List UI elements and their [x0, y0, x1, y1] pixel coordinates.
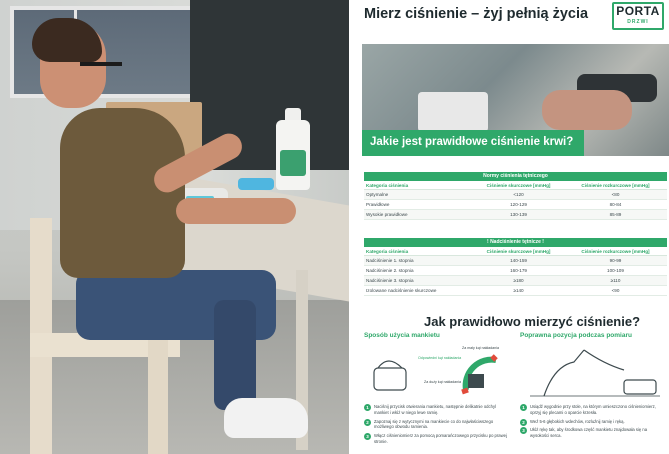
logo-word: PORTA — [616, 4, 660, 18]
person-arm-on-desk — [176, 198, 296, 224]
table-cell: <90 — [611, 288, 620, 293]
poster-title: Mierz ciśnienie – żyj pełnią życia — [364, 6, 589, 22]
info-poster: Mierz ciśnienie – żyj pełnią życia PORTA… — [352, 0, 669, 454]
table-cell: Nadciśnienie 2. stopnia — [366, 268, 414, 273]
step-text: Ułóż rękę tak, aby środkowa część mankie… — [530, 427, 648, 439]
position-title: Poprawna pozycja podczas pomiaru — [520, 332, 632, 339]
table-body: Nadciśnienie 1. stopnia 140-159 90-99 Na… — [364, 256, 667, 296]
table-cell: 140-159 — [510, 258, 527, 263]
porta-logo: PORTA DRZWI — [612, 2, 664, 30]
table-heading: Normy ciśnienia tętniczego — [364, 172, 667, 181]
table-cell: Nadciśnienie 1. stopnia — [366, 258, 414, 263]
table-cell: Optymalne — [366, 192, 389, 197]
table-cell: Nadciśnienie 3. stopnia — [366, 278, 414, 283]
question-banner: Jakie jest prawidłowe ciśnienie krwi? — [362, 130, 584, 156]
step-text: Weź 5-6 głębokich wdechów, rozluźnij ram… — [530, 418, 625, 424]
photo-man-measuring-blood-pressure — [0, 0, 349, 454]
table-cell: 85-89 — [609, 212, 622, 217]
list-item: 1 Usiądź wygodnie przy stole, na którym … — [520, 404, 665, 416]
table-row: Prawidłowe 120-129 80-84 — [364, 200, 667, 210]
col-systolic: Ciśnienie skurczowe [mmHg] — [486, 183, 551, 188]
person-glasses — [80, 62, 122, 66]
hero-device — [418, 92, 488, 132]
sitting-position-illustration — [530, 349, 660, 397]
annotation-correct: Odpowiedni kąt nakładania — [418, 356, 462, 360]
table-cell: ≥140 — [513, 288, 524, 293]
table-cell: 80-84 — [609, 202, 622, 207]
table-body: Optymalne <120 <80 Prawidłowe 120-129 80… — [364, 190, 667, 220]
table-cell: ≥110 — [610, 278, 621, 283]
step-text: Zapoznaj się z wytycznymi na mankiecie c… — [374, 418, 494, 430]
col-diastolic: Ciśnienie rozkurczowe [mmHg] — [581, 183, 650, 188]
hero-hand — [542, 90, 632, 130]
list-item: 3 Włącz ciśnieniomierz za pomocą pomarań… — [364, 433, 509, 445]
table-cell: 100-109 — [607, 268, 624, 273]
blue-cuff — [238, 178, 274, 190]
table-header-row: Kategoria ciśnienia Ciśnienie skurczowe … — [364, 247, 667, 256]
table-cell: <120 — [513, 192, 524, 197]
person-shoe — [224, 398, 308, 438]
table-cell: <80 — [611, 192, 620, 197]
measure-heading: Jak prawidłowo mierzyć ciśnienie? — [424, 314, 641, 329]
step-number: 3 — [520, 427, 527, 435]
annotation-too-big: Za duży kąt nakładania — [424, 380, 461, 384]
list-item: 1 Naciśnij przycisk otwierania mankietu,… — [364, 404, 509, 416]
person-shin — [214, 300, 256, 410]
col-category: Kategoria ciśnienia — [366, 249, 409, 254]
step-number: 1 — [364, 404, 371, 411]
col-systolic: Ciśnienie skurczowe [mmHg] — [486, 249, 551, 254]
chair-leg — [148, 333, 168, 454]
table-row: Nadciśnienie 1. stopnia 140-159 90-99 — [364, 256, 667, 266]
spray-bottle-label — [280, 150, 306, 176]
table-cell: 120-129 — [510, 202, 527, 207]
table-cell: Wysokie prawidłowe — [366, 212, 408, 217]
table-cell: 90-99 — [609, 258, 622, 263]
table-row: Nadciśnienie 2. stopnia 160-179 100-109 — [364, 266, 667, 276]
table-header-row: Kategoria ciśnienia Ciśnienie skurczowe … — [364, 181, 667, 190]
col-diastolic: Ciśnienie rozkurczowe [mmHg] — [581, 249, 650, 254]
step-number: 1 — [520, 404, 527, 411]
table-cell: 130-139 — [510, 212, 527, 217]
step-number: 2 — [364, 418, 371, 426]
list-item: 2 Zapoznaj się z wytycznymi na mankiecie… — [364, 418, 509, 431]
table-row: Izolowane nadciśnienie skurczowe ≥140 <9… — [364, 286, 667, 296]
step-text: Usiądź wygodnie przy stole, na którym um… — [530, 404, 656, 415]
annotation-too-small: Za mały kąt nakładania — [462, 346, 499, 350]
table-cell: Izolowane nadciśnienie skurczowe — [366, 288, 437, 293]
table-cell: 160-179 — [510, 268, 527, 273]
list-item: 3 Ułóż rękę tak, aby środkowa część mank… — [520, 427, 665, 439]
col-category: Kategoria ciśnienia — [366, 183, 409, 188]
step-number: 3 — [364, 433, 371, 441]
table-row: Optymalne <120 <80 — [364, 190, 667, 200]
position-steps-list: 1 Usiądź wygodnie przy stole, na którym … — [520, 404, 665, 442]
step-text: Włącz ciśnieniomierz za pomocą pomarańcz… — [374, 433, 507, 444]
cuff-angle-illustration — [373, 354, 498, 395]
table-cell: ≥180 — [513, 278, 524, 283]
cuff-steps-list: 1 Naciśnij przycisk otwierania mankietu,… — [364, 404, 509, 448]
logo-sub: DRZWI — [627, 19, 649, 25]
step-number: 2 — [520, 418, 527, 426]
normal-pressure-table: Normy ciśnienia tętniczego Kategoria ciś… — [364, 172, 667, 220]
table-cell: Prawidłowe — [366, 202, 390, 207]
cuff-usage-title: Sposób użycia mankietu — [364, 332, 440, 339]
list-item: 2 Weź 5-6 głębokich wdechów, rozluźnij r… — [520, 418, 665, 426]
table-heading: ! Nadciśnienie tętnicze ! — [364, 238, 667, 247]
person-torso — [60, 108, 185, 278]
hypertension-table: ! Nadciśnienie tętnicze ! Kategoria ciśn… — [364, 238, 667, 296]
step-text: Naciśnij przycisk otwierania mankietu, n… — [374, 404, 496, 415]
table-row: Wysokie prawidłowe 130-139 85-89 — [364, 210, 667, 220]
table-row: Nadciśnienie 3. stopnia ≥180 ≥110 — [364, 276, 667, 286]
